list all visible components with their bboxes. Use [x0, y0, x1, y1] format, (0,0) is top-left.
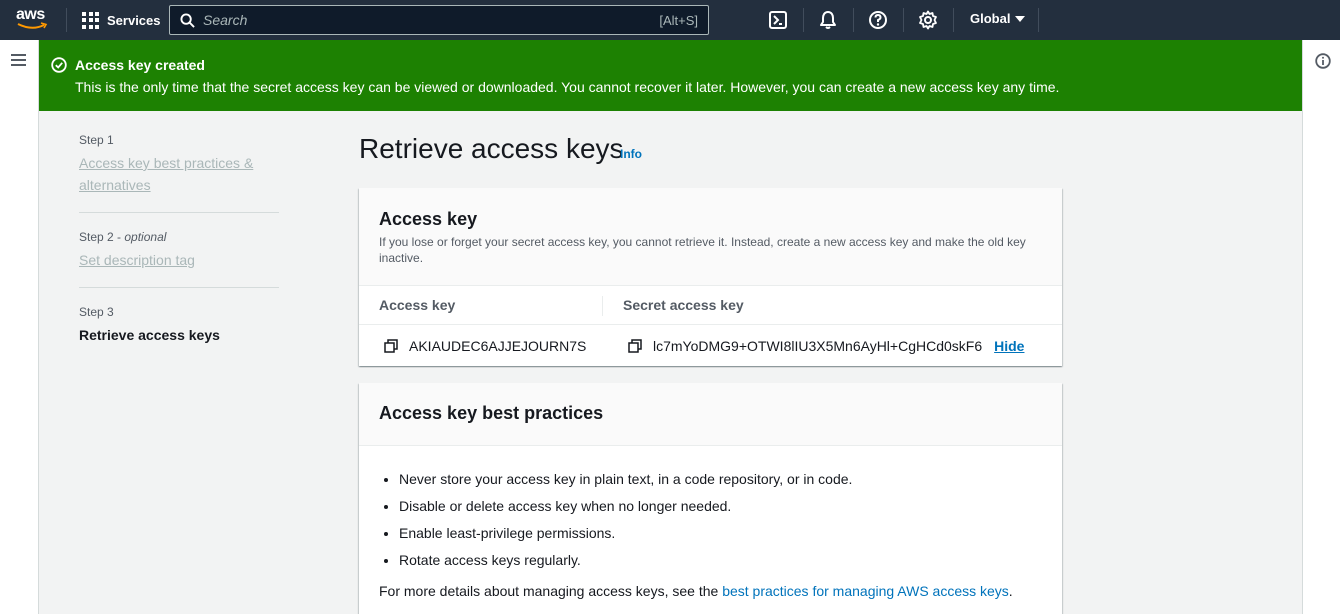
- region-selector[interactable]: Global: [970, 11, 1026, 26]
- step-1-label: Step 1: [79, 133, 114, 147]
- column-header-secret-key: Secret access key: [623, 297, 744, 313]
- nav-divider: [803, 8, 804, 32]
- list-item: Disable or delete access key when no lon…: [399, 497, 852, 524]
- caret-down-icon: [1015, 15, 1026, 22]
- nav-divider: [853, 8, 854, 32]
- search-bar[interactable]: [Alt+S]: [169, 5, 709, 35]
- nav-divider: [1038, 8, 1039, 32]
- column-header-access-key: Access key: [379, 297, 456, 313]
- secret-key-value: lc7mYoDMG9+OTWI8lIU3X5Mn6AyHl+CgHCd0skF6: [653, 338, 983, 354]
- hide-secret-key-link[interactable]: Hide: [994, 338, 1024, 354]
- step-2-label: Step 2 - optional: [79, 230, 166, 244]
- aws-logo[interactable]: aws: [16, 6, 50, 32]
- step-2-number: Step 2: [79, 230, 114, 244]
- flash-title: Access key created: [75, 57, 205, 73]
- best-practices-title: Access key best practices: [379, 403, 604, 423]
- aws-smile-icon: [17, 22, 48, 29]
- help-icon[interactable]: [868, 10, 888, 30]
- gear-icon[interactable]: [918, 10, 938, 30]
- check-circle-icon: [51, 57, 67, 73]
- copy-icon[interactable]: [628, 339, 642, 353]
- copy-icon[interactable]: [384, 339, 398, 353]
- info-icon[interactable]: [1315, 53, 1331, 69]
- search-icon: [180, 12, 195, 28]
- step-2-optional: optional: [124, 230, 167, 244]
- services-menu-button[interactable]: Services: [82, 10, 161, 30]
- region-label: Global: [970, 11, 1011, 26]
- best-practices-header: Access key best practices: [359, 383, 1062, 446]
- menu-icon[interactable]: [11, 54, 26, 66]
- info-link[interactable]: Info: [620, 147, 642, 161]
- search-shortcut: [Alt+S]: [659, 12, 698, 28]
- access-key-value: AKIAUDEC6AJJEJOURN7S: [409, 338, 587, 354]
- list-item: Rotate access keys regularly.: [399, 551, 852, 578]
- list-item: Never store your access key in plain tex…: [399, 470, 852, 497]
- best-practices-container: Access key best practices Never store yo…: [359, 383, 1062, 614]
- success-flashbar: Access key created This is the only time…: [39, 40, 1302, 111]
- flash-message: This is the only time that the secret ac…: [75, 79, 1060, 95]
- step-3-current: Retrieve access keys: [79, 327, 220, 343]
- step-divider: [79, 287, 279, 288]
- best-practices-link[interactable]: best practices for managing AWS access k…: [722, 583, 1009, 599]
- help-panel-rail: [1302, 40, 1340, 614]
- secret-key-cell: lc7mYoDMG9+OTWI8lIU3X5Mn6AyHl+CgHCd0skF6…: [628, 326, 1024, 366]
- list-item: Enable least-privilege permissions.: [399, 524, 852, 551]
- column-divider: [602, 296, 603, 316]
- more-info-suffix: .: [1008, 583, 1013, 599]
- side-navigation-rail: [0, 40, 39, 614]
- step-1-link[interactable]: Access key best practices & alternatives: [79, 152, 279, 196]
- bell-icon[interactable]: [818, 10, 838, 30]
- more-info-prefix: For more details about managing access k…: [379, 583, 723, 599]
- grid-icon: [82, 11, 99, 29]
- nav-divider: [66, 8, 67, 32]
- best-practices-more-info: For more details about managing access k…: [379, 583, 1013, 599]
- nav-divider: [903, 8, 904, 32]
- aws-logo-text: aws: [16, 6, 45, 23]
- access-key-container: Access key If you lose or forget your se…: [359, 188, 1062, 366]
- best-practices-list: Never store your access key in plain tex…: [399, 470, 852, 578]
- step-2-link[interactable]: Set description tag: [79, 249, 279, 271]
- step-3-label: Step 3: [79, 305, 114, 319]
- services-label: Services: [107, 12, 161, 28]
- top-navigation: aws Services [Alt+S]: [0, 0, 1340, 40]
- nav-divider: [953, 8, 954, 32]
- cloudshell-icon[interactable]: [768, 10, 788, 30]
- step-2-separator: -: [113, 230, 125, 244]
- key-table-header: Access key Secret access key: [359, 286, 1062, 325]
- access-key-description: If you lose or forget your secret access…: [379, 235, 1026, 265]
- step-divider: [79, 212, 279, 213]
- access-key-title: Access key: [379, 209, 478, 229]
- search-input[interactable]: [203, 12, 660, 28]
- access-key-cell: AKIAUDEC6AJJEJOURN7S: [384, 326, 586, 366]
- access-key-header: Access key If you lose or forget your se…: [359, 188, 1062, 286]
- page-title: Retrieve access keys: [359, 133, 624, 164]
